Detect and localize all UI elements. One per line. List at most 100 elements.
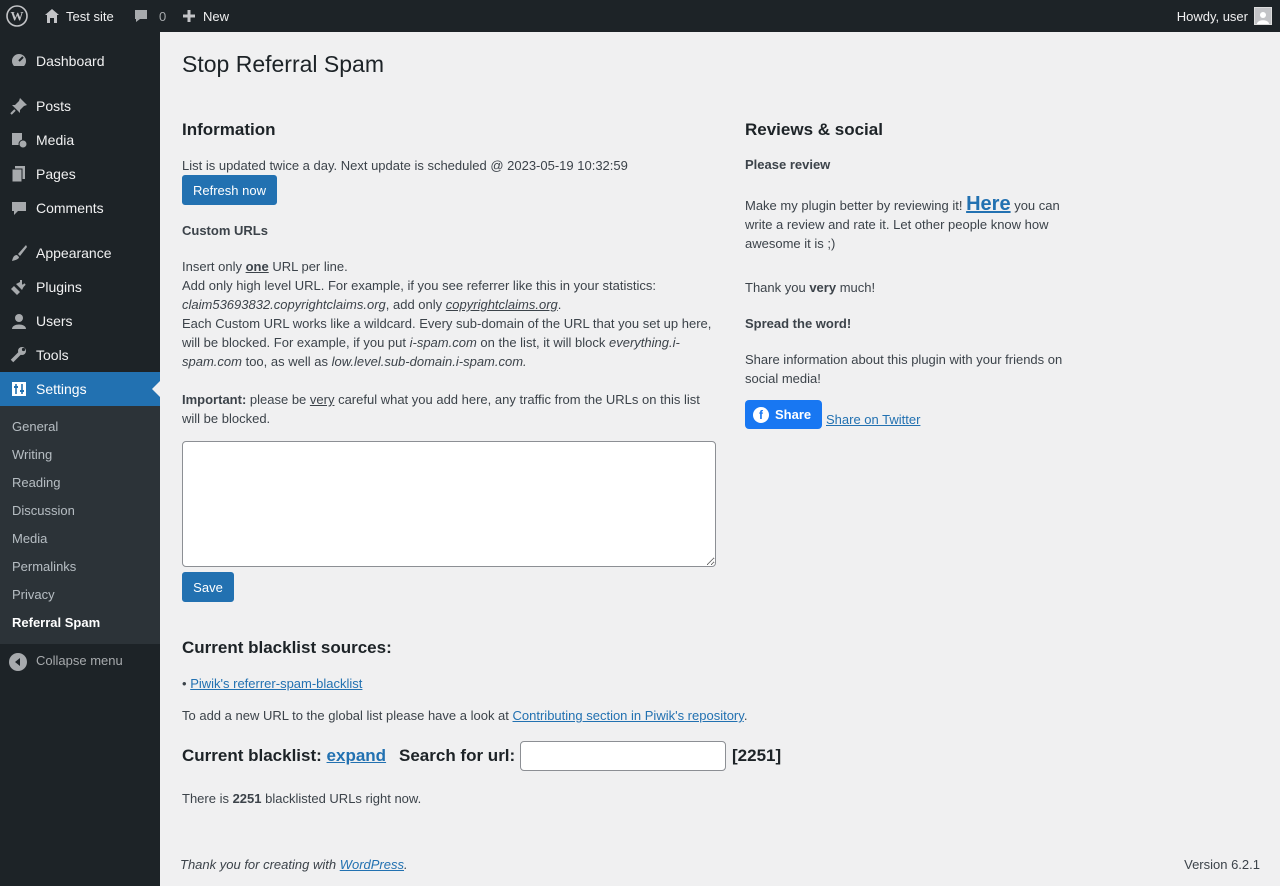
example-referrer: claim53693832.copyrightclaims.org — [182, 297, 386, 312]
submenu-item-writing[interactable]: Writing — [12, 447, 52, 462]
review-text-pre: Make my plugin better by reviewing it! — [745, 198, 967, 213]
new-label: New — [203, 8, 230, 24]
sidebar-item-pages[interactable]: Pages — [0, 157, 160, 191]
blacklist-sources-heading: Current blacklist sources: — [182, 638, 392, 657]
wildcard-example: i-spam.com — [409, 335, 477, 350]
share-info-text: Share information about this plugin with… — [745, 352, 1063, 386]
blacklist-count-badge: [2251] — [732, 746, 782, 765]
brush-icon — [9, 243, 29, 263]
blacklist-source-item: • Piwik's referrer-spam-blacklist — [182, 674, 362, 693]
important-warning: Important: please be very careful what y… — [182, 390, 712, 428]
wordpress-link[interactable]: WordPress — [340, 857, 404, 872]
search-url-input[interactable] — [520, 741, 726, 771]
update-schedule-text: List is updated twice a day. Next update… — [182, 158, 628, 173]
sidebar-item-dashboard[interactable]: Dashboard — [0, 44, 160, 78]
contributing-section-link[interactable]: Contributing section in Piwik's reposito… — [513, 708, 744, 723]
save-button[interactable]: Save — [182, 572, 234, 602]
insert-bold: one — [245, 259, 269, 274]
wildcard-mid-2: too, as well as — [241, 354, 332, 369]
custom-urls-textarea[interactable] — [182, 441, 716, 567]
settings-submenu: General Writing Reading Discussion Media… — [0, 406, 160, 644]
add-only-text: , add only — [385, 297, 446, 312]
plus-icon — [182, 9, 196, 23]
sidebar-item-plugins[interactable]: Plugins — [0, 270, 160, 304]
footer-version: Version 6.2.1 — [1184, 857, 1260, 872]
pin-icon — [9, 96, 29, 116]
period-text: . — [557, 297, 562, 312]
plug-icon — [9, 277, 29, 297]
wrench-icon — [9, 345, 29, 365]
sidebar-item-settings[interactable]: Settings — [0, 372, 160, 406]
comment-icon — [133, 8, 149, 24]
comments-link[interactable]: 0 — [133, 0, 166, 32]
avatar — [1254, 7, 1272, 25]
account-menu[interactable]: Howdy, user — [1177, 0, 1272, 32]
sidebar-item-label: Appearance — [36, 245, 112, 261]
site-name-link[interactable]: Test site — [44, 0, 114, 32]
home-icon — [44, 8, 60, 24]
thank-you-text: Thank you very much! — [745, 278, 875, 297]
sidebar-item-label: Comments — [36, 200, 104, 216]
spread-word-label: Spread the word! — [745, 316, 852, 331]
refresh-now-button[interactable]: Refresh now — [182, 175, 277, 205]
submenu-item-reading[interactable]: Reading — [12, 475, 60, 490]
thank-pre: Thank you — [745, 280, 810, 295]
insert-text: Insert only — [182, 259, 246, 274]
submenu-item-privacy[interactable]: Privacy — [12, 587, 55, 602]
admin-sidebar: Dashboard Posts Media Pages Comments App… — [0, 32, 160, 886]
important-very: very — [309, 392, 335, 407]
thank-bold: very — [809, 280, 837, 295]
submenu-item-general[interactable]: General — [12, 419, 58, 434]
there-is-post: blacklisted URLs right now. — [261, 791, 422, 806]
sidebar-item-media[interactable]: Media — [0, 123, 160, 157]
review-here-link[interactable]: Here — [966, 193, 1010, 215]
facebook-share-label: Share — [775, 407, 812, 422]
blacklisted-count-text: There is 2251 blacklisted URLs right now… — [182, 789, 421, 808]
sidebar-item-label: Posts — [36, 98, 72, 114]
sidebar-item-label: Settings — [36, 381, 87, 397]
sidebar-item-comments[interactable]: Comments — [0, 191, 160, 225]
footer-thanks-post: . — [404, 857, 408, 872]
wordpress-logo-icon[interactable]: W — [6, 0, 28, 32]
sidebar-item-label: Media — [36, 132, 75, 148]
facebook-share-button[interactable]: f Share — [745, 400, 822, 429]
collapse-menu-button[interactable]: Collapse menu — [0, 650, 160, 674]
new-content-link[interactable]: New — [182, 0, 229, 32]
submenu-item-discussion[interactable]: Discussion — [12, 503, 75, 518]
submenu-item-media[interactable]: Media — [12, 531, 47, 546]
howdy-label: Howdy, user — [1176, 8, 1248, 24]
footer-thanks-pre: Thank you for creating with — [180, 857, 340, 872]
expand-link[interactable]: expand — [327, 746, 387, 765]
main-content: Stop Referral Spam Information List is u… — [160, 32, 1280, 886]
add-high-level-text: Add only high level URL. For example, if… — [182, 278, 656, 293]
reviews-heading: Reviews & social — [745, 120, 883, 139]
important-label: Important: — [182, 392, 247, 407]
add-new-url-text: To add a new URL to the global list plea… — [182, 706, 747, 725]
sidebar-item-label: Users — [36, 313, 73, 329]
submenu-item-referral-spam[interactable]: Referral Spam — [12, 615, 100, 630]
search-url-label: Search for url: — [399, 746, 516, 765]
submenu-item-permalinks[interactable]: Permalinks — [12, 559, 76, 574]
share-on-twitter-link[interactable]: Share on Twitter — [826, 412, 920, 427]
sidebar-item-label: Plugins — [36, 279, 82, 295]
footer-thanks: Thank you for creating with WordPress. — [180, 857, 408, 872]
sidebar-item-tools[interactable]: Tools — [0, 338, 160, 372]
pages-icon — [9, 164, 29, 184]
custom-urls-heading: Custom URLs — [182, 223, 268, 238]
sidebar-item-users[interactable]: Users — [0, 304, 160, 338]
svg-text:W: W — [11, 9, 24, 24]
sidebar-item-appearance[interactable]: Appearance — [0, 236, 160, 270]
current-blacklist-heading: Current blacklist: expand — [182, 746, 386, 766]
sidebar-item-label: Pages — [36, 166, 76, 182]
sidebar-item-posts[interactable]: Posts — [0, 89, 160, 123]
insert-text-post: URL per line. — [268, 259, 348, 274]
facebook-icon: f — [753, 406, 769, 423]
collapse-menu-label: Collapse menu — [36, 653, 123, 668]
settings-icon — [9, 379, 29, 399]
admin-bar: W Test site 0 New Howdy, user — [0, 0, 1280, 32]
media-icon — [9, 130, 29, 150]
add-new-post: . — [743, 708, 748, 723]
piwik-blacklist-link[interactable]: Piwik's referrer-spam-blacklist — [190, 676, 362, 691]
information-heading: Information — [182, 120, 276, 139]
there-is-pre: There is — [182, 791, 233, 806]
